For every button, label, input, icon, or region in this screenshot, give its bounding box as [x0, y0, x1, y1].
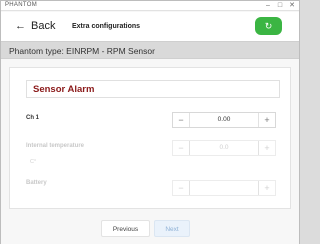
internal-temperature-value[interactable]: 0.0	[191, 141, 257, 155]
previous-button[interactable]: Previous	[101, 220, 150, 237]
row-unit-temperature: C°	[30, 159, 37, 165]
app-header: ← Back Extra configurations ↻	[1, 12, 299, 41]
config-card: Sensor Alarm Ch 1 − 0.00 + Internal temp…	[9, 67, 291, 209]
page-title: Extra configurations	[72, 23, 141, 30]
ch1-value[interactable]: 0.00	[191, 113, 257, 127]
increment-button[interactable]: +	[258, 113, 275, 127]
back-button[interactable]: Back	[31, 20, 55, 32]
section-title: Sensor Alarm	[33, 84, 95, 95]
row-label-internal-temperature: Internal temperature	[26, 143, 85, 149]
battery-stepper: − +	[172, 180, 276, 196]
increment-button[interactable]: +	[258, 141, 275, 155]
phantom-type-label: Phantom type: EINRPM - RPM Sensor	[9, 46, 155, 56]
app-window: PHANTOM – □ ✕ ← Back Extra configuration…	[0, 0, 300, 244]
refresh-button[interactable]: ↻	[255, 17, 282, 35]
decrement-button[interactable]: −	[173, 141, 190, 155]
minimize-icon[interactable]: –	[263, 1, 273, 11]
ch1-stepper: − 0.00 +	[172, 112, 276, 128]
internal-temperature-stepper: − 0.0 +	[172, 140, 276, 156]
section-header: Sensor Alarm	[26, 80, 280, 98]
maximize-icon[interactable]: □	[275, 1, 285, 11]
window-titlebar: PHANTOM – □ ✕	[1, 1, 299, 11]
battery-value[interactable]	[191, 181, 257, 195]
decrement-button[interactable]: −	[173, 113, 190, 127]
phantom-type-bar: Phantom type: EINRPM - RPM Sensor	[1, 41, 299, 59]
window-title: PHANTOM	[5, 2, 37, 8]
next-button[interactable]: Next	[154, 220, 190, 237]
increment-button[interactable]: +	[258, 181, 275, 195]
row-label-battery: Battery	[26, 180, 47, 186]
refresh-icon: ↻	[264, 21, 273, 31]
wizard-footer: Previous Next	[1, 213, 299, 244]
row-label-ch1: Ch 1	[26, 115, 40, 121]
close-icon[interactable]: ✕	[287, 1, 297, 11]
back-arrow-icon[interactable]: ←	[15, 20, 26, 32]
decrement-button[interactable]: −	[173, 181, 190, 195]
